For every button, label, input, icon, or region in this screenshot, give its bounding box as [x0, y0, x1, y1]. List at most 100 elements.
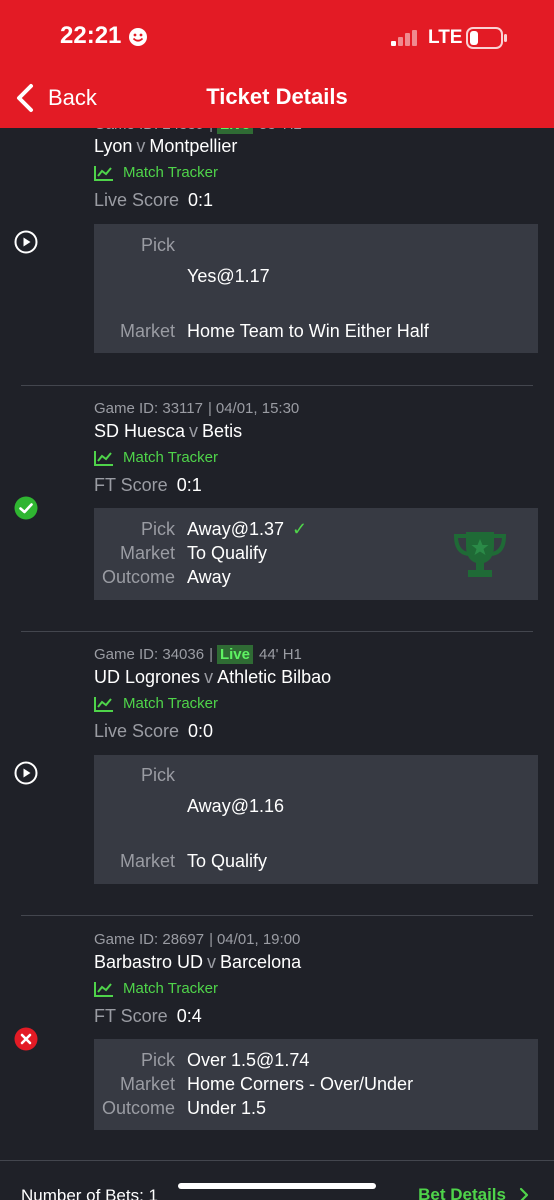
pick-box: Pick Over 1.5@1.74 Market Home Corners -…: [94, 1039, 538, 1130]
pick-value: Over 1.5@1.74: [187, 1050, 310, 1070]
market-value: To Qualify: [187, 543, 268, 563]
market-label: Market: [119, 851, 175, 871]
pick-value-row: Away@1.16: [94, 796, 538, 820]
app-header: 22:21 LTE Back Ticket Details: [0, 0, 554, 128]
checkmark-icon: ✓: [292, 519, 308, 539]
market-label: Market: [119, 1074, 175, 1094]
bet-card: Game ID: 33117 | 04/01, 15:30 SD Huesca v…: [0, 386, 554, 632]
score-value: 0:4: [176, 1006, 202, 1026]
ticket-footer: Number of Bets: 1 Bet Details: [0, 1160, 554, 1200]
market-label: Market: [119, 543, 175, 563]
match-tracker-link[interactable]: Match Tracker: [94, 449, 218, 466]
game-meta: Game ID: 33117 | 04/01, 15:30: [94, 400, 300, 417]
page-title: Ticket Details: [206, 84, 348, 109]
signal-icon: [391, 30, 417, 46]
versus-label: v: [207, 952, 217, 972]
match-teams: Lyon v Montpellier: [94, 136, 237, 157]
battery-icon: [466, 27, 507, 49]
score-label: FT Score: [94, 475, 168, 495]
home-team: Barbastro UD: [94, 952, 204, 972]
smiley-icon: [129, 28, 147, 46]
outcome-row: Outcome Under 1.5: [94, 1098, 538, 1122]
score-line: Live Score 0:0: [94, 721, 213, 742]
match-date: 04/01, 19:00: [216, 931, 301, 948]
chart-line-icon: [94, 981, 113, 997]
match-tracker-label: Match Tracker: [123, 695, 219, 712]
status-time: 22:21: [60, 22, 122, 49]
away-team: Athletic Bilbao: [217, 667, 332, 687]
versus-label: v: [204, 667, 214, 687]
pick-label: Pick: [140, 765, 175, 785]
market-row: Market Home Team to Win Either Half: [94, 321, 538, 345]
market-label: Market: [119, 321, 175, 341]
market-value: Home Corners - Over/Under: [187, 1074, 414, 1094]
game-meta: Game ID: 34036 | Live 44' H1: [94, 645, 302, 664]
play-circle-icon: [14, 761, 38, 785]
pick-value-row: Yes@1.17: [94, 266, 538, 290]
score-label: FT Score: [94, 1006, 168, 1026]
chevron-right-icon: [519, 1187, 529, 1200]
outcome-value: Away: [187, 567, 231, 587]
market-row: Market To Qualify: [94, 851, 538, 875]
trophy-icon: [453, 532, 507, 577]
game-id: Game ID: 33117: [94, 400, 203, 417]
match-teams: UD Logrones v Athletic Bilbao: [94, 667, 331, 688]
score-value: 0:1: [176, 475, 202, 495]
bet-card: Game ID: 28697 | 04/01, 19:00 Barbastro …: [0, 916, 554, 1160]
check-circle-icon: [14, 496, 38, 520]
match-tracker-label: Match Tracker: [123, 164, 219, 181]
pick-row: Pick: [94, 235, 538, 259]
network-label: LTE: [428, 27, 463, 48]
score-line: FT Score 0:1: [94, 475, 202, 496]
bet-details-link[interactable]: Bet Details: [418, 1185, 530, 1200]
pick-box: Pick Yes@1.17 Market Home Team to Win Ei…: [94, 224, 538, 353]
outcome-value: Under 1.5: [187, 1098, 267, 1118]
score-line: Live Score 0:1: [94, 190, 213, 211]
match-tracker-label: Match Tracker: [123, 449, 219, 466]
pick-value: Away@1.37: [187, 519, 284, 539]
bet-card: Game ID: 34036 | Live 44' H1 UD Logrones…: [0, 632, 554, 915]
market-value: Home Team to Win Either Half: [187, 321, 429, 341]
pick-label: Pick: [140, 235, 175, 255]
match-tracker-label: Match Tracker: [123, 980, 219, 997]
score-line: FT Score 0:4: [94, 1006, 202, 1027]
home-indicator[interactable]: [178, 1183, 376, 1189]
pick-row: Pick Over 1.5@1.74: [94, 1050, 538, 1074]
outcome-label: Outcome: [101, 567, 175, 587]
match-time: 44' H1: [258, 646, 302, 663]
live-badge: Live: [216, 645, 253, 664]
match-tracker-link[interactable]: Match Tracker: [94, 164, 218, 181]
outcome-label: Outcome: [101, 1098, 175, 1118]
versus-label: v: [136, 136, 146, 156]
match-teams: Barbastro UD v Barcelona: [94, 952, 301, 973]
pick-value: Yes@1.17: [187, 266, 270, 286]
home-team: SD Huesca: [94, 421, 186, 441]
market-value: To Qualify: [187, 851, 268, 871]
pick-value: Away@1.16: [187, 796, 284, 816]
match-tracker-link[interactable]: Match Tracker: [94, 980, 218, 997]
score-label: Live Score: [94, 190, 180, 210]
away-team: Montpellier: [149, 136, 238, 156]
away-team: Betis: [202, 421, 243, 441]
match-tracker-link[interactable]: Match Tracker: [94, 695, 218, 712]
match-date: 04/01, 15:30: [215, 400, 300, 417]
home-team: Lyon: [94, 136, 133, 156]
versus-label: v: [189, 421, 199, 441]
game-meta: Game ID: 28697 | 04/01, 19:00: [94, 931, 301, 948]
game-id: Game ID: 34036: [94, 646, 205, 663]
pick-row: Pick: [94, 765, 538, 789]
score-label: Live Score: [94, 721, 180, 741]
game-id: Game ID: 28697: [94, 931, 205, 948]
score-value: 0:1: [188, 190, 214, 210]
bets-count: Number of Bets: 1: [21, 1186, 159, 1200]
away-team: Barcelona: [220, 952, 302, 972]
home-team: UD Logrones: [94, 667, 201, 687]
pick-label: Pick: [140, 519, 175, 539]
market-row: Market Home Corners - Over/Under: [94, 1074, 538, 1098]
pick-box: Pick Away@1.37 ✓ Market To Qualify Outcom…: [94, 508, 538, 600]
bet-details-label: Bet Details: [418, 1185, 506, 1200]
x-circle-icon: [14, 1027, 38, 1051]
match-teams: SD Huesca v Betis: [94, 421, 242, 442]
score-value: 0:0: [188, 721, 214, 741]
chart-line-icon: [94, 450, 113, 466]
